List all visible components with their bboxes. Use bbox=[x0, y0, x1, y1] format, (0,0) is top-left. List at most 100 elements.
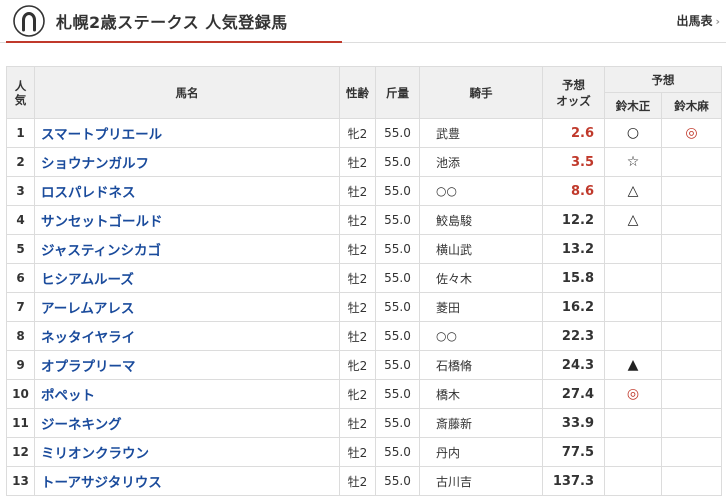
weight-cell: 55.0 bbox=[375, 118, 420, 148]
sexage-cell: 牝2 bbox=[339, 379, 376, 409]
weight-cell: 55.0 bbox=[375, 379, 420, 409]
prediction-mark-2 bbox=[661, 176, 722, 206]
header-prediction: 予想 bbox=[604, 66, 722, 93]
chevron-right-icon: › bbox=[715, 15, 720, 28]
table-row: 13 トーアサジタリウス 牡2 55.0 古川吉 137.3 bbox=[6, 466, 722, 496]
sexage-cell: 牝2 bbox=[339, 118, 376, 148]
horse-link[interactable]: アーレムアレス bbox=[41, 301, 134, 317]
race-card-link[interactable]: 出馬表 › bbox=[676, 12, 720, 29]
jockey-cell: ○○ bbox=[419, 321, 543, 351]
weight-cell: 55.0 bbox=[375, 292, 420, 322]
table-row: 5 ジャスティンシカゴ 牡2 55.0 横山武 13.2 bbox=[6, 234, 722, 264]
prediction-mark-1 bbox=[604, 321, 662, 351]
weight-cell: 55.0 bbox=[375, 321, 420, 351]
prediction-mark-1 bbox=[604, 408, 662, 438]
horse-link[interactable]: トーアサジタリウス bbox=[41, 475, 162, 491]
sexage-cell: 牡2 bbox=[339, 263, 376, 293]
entries-table: 人気 馬名 性齢 斤量 騎手 予想 オッズ 予想 鈴木正 鈴木麻 1 スマートプリエ… bbox=[6, 66, 722, 496]
horse-cell: スマートプリエール bbox=[34, 118, 340, 148]
table-row: 7 アーレムアレス 牡2 55.0 菱田 16.2 bbox=[6, 292, 722, 322]
horse-link[interactable]: ポペット bbox=[41, 388, 95, 404]
horse-link[interactable]: ロスパレドネス bbox=[41, 185, 136, 201]
sexage-cell: 牡2 bbox=[339, 408, 376, 438]
header-weight: 斤量 bbox=[375, 66, 420, 119]
prediction-mark-1: ○ bbox=[604, 118, 662, 148]
horse-link[interactable]: サンセットゴールド bbox=[41, 214, 163, 230]
sexage-cell: 牡2 bbox=[339, 176, 376, 206]
odds-cell: 3.5 bbox=[542, 147, 605, 177]
rank-cell: 4 bbox=[6, 205, 35, 235]
prediction-mark-1 bbox=[604, 234, 662, 264]
sexage-cell: 牡2 bbox=[339, 205, 376, 235]
horse-cell: ヒシアムルーズ bbox=[34, 263, 340, 293]
horse-link[interactable]: ヒシアムルーズ bbox=[41, 272, 134, 288]
horse-link[interactable]: ネッタイヤライ bbox=[41, 330, 135, 346]
rank-cell: 3 bbox=[6, 176, 35, 206]
prediction-mark-1: ▲ bbox=[604, 350, 662, 380]
horse-link[interactable]: ジャスティンシカゴ bbox=[41, 243, 161, 259]
table-row: 11 ジーネキング 牡2 55.0 斎藤新 33.9 bbox=[6, 408, 722, 438]
rank-cell: 1 bbox=[6, 118, 35, 148]
horse-cell: トーアサジタリウス bbox=[34, 466, 340, 496]
table-row: 10 ポペット 牝2 55.0 橋木 27.4 ◎ bbox=[6, 379, 722, 409]
header-odds: 予想 オッズ bbox=[542, 66, 605, 119]
rank-cell: 2 bbox=[6, 147, 35, 177]
rank-cell: 5 bbox=[6, 234, 35, 264]
table-row: 4 サンセットゴールド 牡2 55.0 鮫島駿 12.2 △ bbox=[6, 205, 722, 235]
header-predictor-1: 鈴木正 bbox=[604, 92, 662, 119]
horse-link[interactable]: オプラプリーマ bbox=[41, 359, 136, 375]
weight-cell: 55.0 bbox=[375, 408, 420, 438]
jockey-cell: 斎藤新 bbox=[419, 408, 543, 438]
odds-cell: 22.3 bbox=[542, 321, 605, 351]
horse-cell: ロスパレドネス bbox=[34, 176, 340, 206]
sexage-cell: 牡2 bbox=[339, 147, 376, 177]
rank-cell: 6 bbox=[6, 263, 35, 293]
horseshoe-icon bbox=[13, 5, 45, 37]
horse-cell: ショウナンガルフ bbox=[34, 147, 340, 177]
sexage-cell: 牡2 bbox=[339, 292, 376, 322]
prediction-mark-2 bbox=[661, 321, 722, 351]
weight-cell: 55.0 bbox=[375, 234, 420, 264]
weight-cell: 55.0 bbox=[375, 205, 420, 235]
horse-link[interactable]: ジーネキング bbox=[41, 417, 122, 433]
horse-link[interactable]: ショウナンガルフ bbox=[41, 156, 149, 172]
odds-cell: 137.3 bbox=[542, 466, 605, 496]
prediction-mark-1 bbox=[604, 466, 662, 496]
prediction-mark-1 bbox=[604, 437, 662, 467]
horse-link[interactable]: スマートプリエール bbox=[41, 127, 162, 143]
prediction-mark-1 bbox=[604, 292, 662, 322]
rank-cell: 13 bbox=[6, 466, 35, 496]
weight-cell: 55.0 bbox=[375, 147, 420, 177]
rank-cell: 11 bbox=[6, 408, 35, 438]
odds-cell: 33.9 bbox=[542, 408, 605, 438]
horse-cell: ジャスティンシカゴ bbox=[34, 234, 340, 264]
rank-cell: 7 bbox=[6, 292, 35, 322]
jockey-cell: 石橋脩 bbox=[419, 350, 543, 380]
horse-cell: サンセットゴールド bbox=[34, 205, 340, 235]
page-title: 札幌2歳ステークス 人気登録馬 bbox=[56, 13, 288, 32]
odds-cell: 8.6 bbox=[542, 176, 605, 206]
horse-link[interactable]: ミリオンクラウン bbox=[41, 446, 149, 462]
jockey-cell: 横山武 bbox=[419, 234, 543, 264]
jockey-cell: 武豊 bbox=[419, 118, 543, 148]
prediction-mark-2 bbox=[661, 408, 722, 438]
header-accent-bar bbox=[6, 41, 342, 43]
prediction-mark-1: ◎ bbox=[604, 379, 662, 409]
sexage-cell: 牡2 bbox=[339, 466, 376, 496]
odds-cell: 24.3 bbox=[542, 350, 605, 380]
jockey-cell: 丹内 bbox=[419, 437, 543, 467]
prediction-mark-2 bbox=[661, 147, 722, 177]
horse-cell: アーレムアレス bbox=[34, 292, 340, 322]
table-row: 2 ショウナンガルフ 牡2 55.0 池添 3.5 ☆ bbox=[6, 147, 722, 177]
weight-cell: 55.0 bbox=[375, 466, 420, 496]
prediction-mark-1: △ bbox=[604, 205, 662, 235]
entries-body: 1 スマートプリエール 牝2 55.0 武豊 2.6 ○ ◎ 2 ショウナンガルフ 牡2 55.0 池添… bbox=[6, 118, 722, 496]
weight-cell: 55.0 bbox=[375, 350, 420, 380]
horse-cell: ミリオンクラウン bbox=[34, 437, 340, 467]
horse-cell: ネッタイヤライ bbox=[34, 321, 340, 351]
weight-cell: 55.0 bbox=[375, 176, 420, 206]
jockey-cell: ○○ bbox=[419, 176, 543, 206]
header-jockey: 騎手 bbox=[419, 66, 543, 119]
prediction-mark-1: ☆ bbox=[604, 147, 662, 177]
prediction-mark-1: △ bbox=[604, 176, 662, 206]
